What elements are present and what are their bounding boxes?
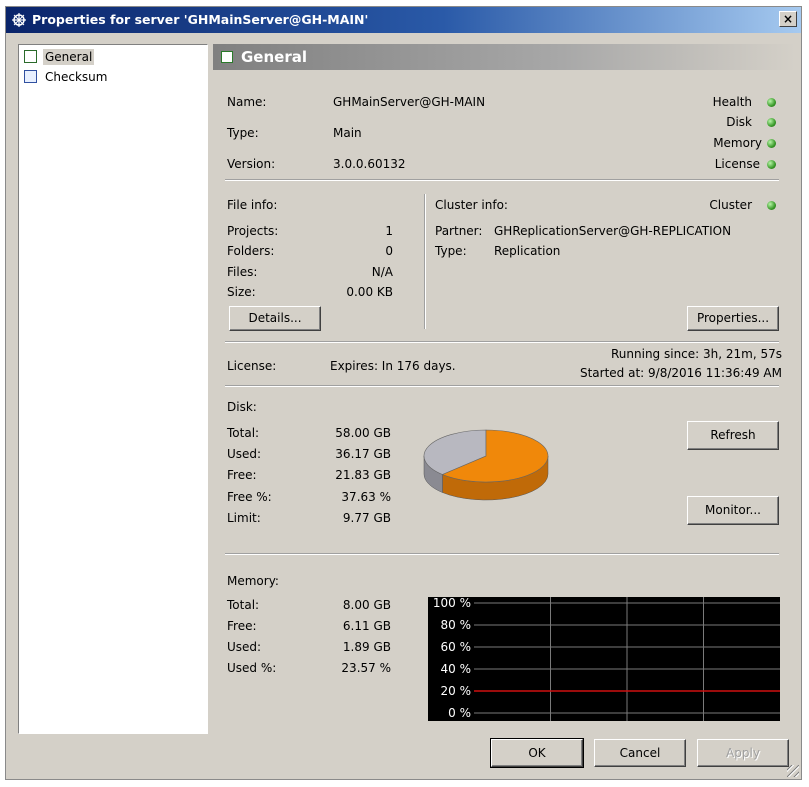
title-bar[interactable]: Properties for server 'GHMainServer@GH-M… xyxy=(6,7,801,33)
navigation-tree: General Checksum xyxy=(18,44,208,734)
disk-usage-pie-chart xyxy=(423,429,549,501)
ok-button[interactable]: OK xyxy=(490,738,584,768)
close-button[interactable]: × xyxy=(779,11,797,27)
y-tick-label: 80 % xyxy=(441,618,472,632)
tree-item-general[interactable]: General xyxy=(24,49,95,66)
license-status-label: License xyxy=(714,157,760,171)
memory-used-value: 1.89 GB xyxy=(342,640,391,654)
folders-value: 0 xyxy=(385,244,393,258)
disk-free-percent-label: Free %: xyxy=(227,490,272,504)
memory-free-value: 6.11 GB xyxy=(342,619,391,633)
tree-item-label: Checksum xyxy=(45,70,108,84)
size-value: 0.00 KB xyxy=(346,285,393,299)
partner-label: Partner: xyxy=(435,224,483,238)
disk-heading: Disk: xyxy=(227,400,257,414)
disk-total-label: Total: xyxy=(227,426,260,440)
y-tick-label: 60 % xyxy=(441,640,472,654)
projects-value: 1 xyxy=(385,224,393,238)
general-page-icon xyxy=(24,50,37,63)
disk-total-value: 58.00 GB xyxy=(335,426,391,440)
disk-used-label: Used: xyxy=(227,447,262,461)
memory-used-percent-value: 23.57 % xyxy=(341,661,391,675)
running-since-text: Running since: 3h, 21m, 57s xyxy=(611,347,782,361)
tree-item-checksum[interactable]: Checksum xyxy=(24,70,109,86)
memory-chart-plot: 100 % 80 % 60 % 40 % 20 % 0 % xyxy=(433,596,780,721)
cluster-type-value: Replication xyxy=(494,244,561,258)
type-label: Type: xyxy=(227,126,259,140)
size-label: Size: xyxy=(227,285,256,299)
disk-status-icon xyxy=(767,118,776,127)
disk-used-value: 36.17 GB xyxy=(335,447,391,461)
cluster-status-label: Cluster xyxy=(709,198,752,212)
cluster-status-icon xyxy=(767,201,776,210)
memory-status-icon xyxy=(767,139,776,148)
panel-header: General xyxy=(213,44,796,70)
tree-item-label: General xyxy=(43,49,95,65)
file-info-heading: File info: xyxy=(227,198,278,212)
cancel-button[interactable]: Cancel xyxy=(594,739,686,767)
files-label: Files: xyxy=(227,265,258,279)
panel-title: General xyxy=(241,48,307,66)
server-properties-icon xyxy=(12,13,26,27)
disk-limit-value: 9.77 GB xyxy=(342,511,391,525)
memory-used-label: Used: xyxy=(227,640,262,654)
separator xyxy=(225,385,779,387)
apply-button[interactable]: Apply xyxy=(697,739,789,767)
partner-value: GHReplicationServer@GH-REPLICATION xyxy=(494,224,732,238)
name-label: Name: xyxy=(227,95,267,109)
cluster-type-label: Type: xyxy=(435,244,467,258)
separator xyxy=(225,179,779,181)
memory-used-percent-label: Used %: xyxy=(227,661,277,675)
separator xyxy=(424,194,426,329)
disk-free-label: Free: xyxy=(227,468,257,482)
memory-total-label: Total: xyxy=(227,598,260,612)
license-label: License: xyxy=(227,359,277,373)
y-tick-label: 0 % xyxy=(448,706,471,720)
y-tick-label: 20 % xyxy=(441,684,472,698)
server-name-value: GHMainServer@GH-MAIN xyxy=(333,95,486,109)
separator xyxy=(225,341,779,343)
projects-label: Projects: xyxy=(227,224,279,238)
properties-button[interactable]: Properties... xyxy=(687,306,779,331)
memory-heading: Memory: xyxy=(227,574,279,588)
files-value: N/A xyxy=(371,265,393,279)
version-label: Version: xyxy=(227,157,276,171)
window-title: Properties for server 'GHMainServer@GH-M… xyxy=(32,12,369,27)
disk-free-percent-value: 37.63 % xyxy=(341,490,391,504)
version-value: 3.0.0.60132 xyxy=(333,157,406,171)
memory-total-value: 8.00 GB xyxy=(342,598,391,612)
y-tick-label: 40 % xyxy=(441,662,472,676)
properties-dialog: Properties for server 'GHMainServer@GH-M… xyxy=(5,6,802,780)
general-panel: General Name: GHMainServer@GH-MAIN Type:… xyxy=(213,44,796,734)
health-status-icon xyxy=(767,98,776,107)
disk-status-label: Disk xyxy=(726,115,752,129)
separator xyxy=(225,553,779,555)
started-at-text: Started at: 9/8/2016 11:36:49 AM xyxy=(579,366,782,380)
y-tick-label: 100 % xyxy=(433,597,471,610)
memory-status-label: Memory xyxy=(713,136,762,150)
disk-limit-label: Limit: xyxy=(227,511,261,525)
server-type-value: Main xyxy=(333,126,362,140)
general-icon xyxy=(221,51,233,63)
license-status-icon xyxy=(767,160,776,169)
folders-label: Folders: xyxy=(227,244,275,258)
monitor-button[interactable]: Monitor... xyxy=(687,496,779,525)
details-button[interactable]: Details... xyxy=(229,306,321,331)
cluster-info-heading: Cluster info: xyxy=(435,198,508,212)
memory-usage-chart: 100 % 80 % 60 % 40 % 20 % 0 % xyxy=(428,596,780,721)
checksum-page-icon xyxy=(24,70,37,83)
refresh-button[interactable]: Refresh xyxy=(687,421,779,450)
resize-grip[interactable] xyxy=(787,765,799,777)
license-expiry-value: Expires: In 176 days. xyxy=(330,359,456,373)
health-label: Health xyxy=(712,95,752,109)
memory-free-label: Free: xyxy=(227,619,257,633)
disk-free-value: 21.83 GB xyxy=(335,468,391,482)
